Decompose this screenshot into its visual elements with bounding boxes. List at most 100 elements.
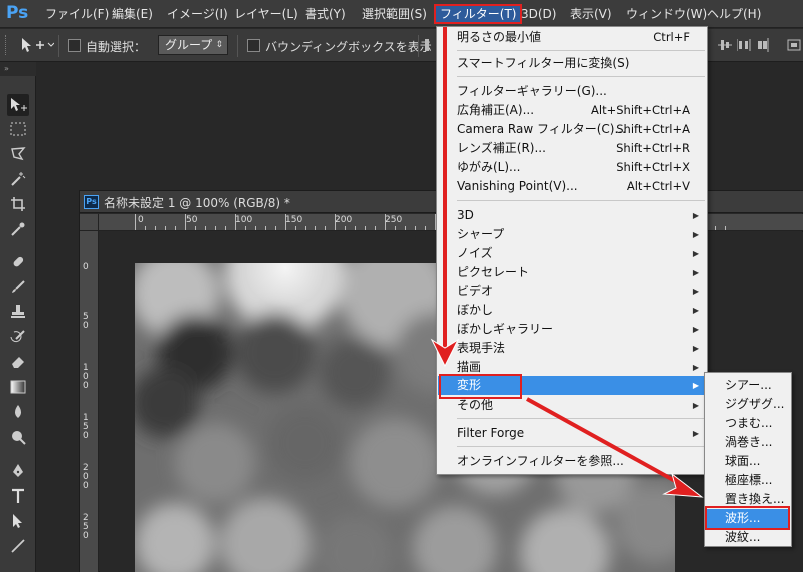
gradient-tool-icon[interactable] [7, 376, 29, 398]
ruler-tick [145, 226, 146, 230]
submenu-item-zigzag[interactable]: ジグザグ... [706, 395, 790, 414]
menu-item-liquify[interactable]: ゆがみ(L)... Shift+Ctrl+X [438, 158, 706, 177]
menu-item-filter-gallery[interactable]: フィルターギャラリー(G)... [438, 82, 706, 101]
submenu-arrow-icon: ▶ [692, 381, 699, 390]
brush-tool-icon[interactable] [7, 276, 29, 298]
ps-document-icon: Ps [84, 195, 99, 209]
eraser-tool-icon[interactable] [7, 351, 29, 373]
ruler-tick [305, 226, 306, 230]
ruler-label: 200 [335, 215, 353, 225]
submenu-item-ripple[interactable]: 波紋... [706, 528, 790, 547]
menu-view[interactable]: 表示(V) [566, 4, 616, 24]
path-selection-tool-icon[interactable] [7, 510, 29, 532]
marquee-tool-icon[interactable] [7, 118, 29, 140]
ruler-tick [715, 226, 716, 230]
ruler-tick [325, 226, 326, 230]
submenu-item-displace[interactable]: 置き換え... [706, 490, 790, 509]
menu-separator [457, 418, 705, 419]
ruler-tick [235, 214, 236, 230]
bounding-box-label: バウンディングボックスを表示 [265, 40, 432, 54]
eyedropper-tool-icon[interactable] [7, 218, 29, 240]
menu-item-browse-online-filters[interactable]: オンラインフィルターを参照... [438, 452, 706, 471]
menu-window[interactable]: ウィンドウ(W) [622, 4, 711, 24]
submenu-item-wave[interactable]: 波形... [706, 509, 790, 528]
menu-item-lens-correction[interactable]: レンズ補正(R)... Shift+Ctrl+R [438, 139, 706, 158]
menu-separator [457, 76, 705, 77]
auto-select-dropdown[interactable]: グループ ⇕ [158, 35, 228, 55]
crop-tool-icon[interactable] [7, 193, 29, 215]
menu-item-camera-raw[interactable]: Camera Raw フィルター(C)... Shift+Ctrl+A [438, 120, 706, 139]
submenu-item-shear[interactable]: シアー... [706, 376, 790, 395]
auto-align-icon[interactable] [787, 37, 801, 53]
ruler-tick [195, 226, 196, 230]
ruler-tick [295, 226, 296, 230]
menu-item-blur-gallery[interactable]: ぼかしギャラリー ▶ [438, 320, 706, 339]
menu-layer[interactable]: レイヤー(L) [230, 4, 302, 24]
move-tool-icon[interactable] [7, 94, 29, 116]
align-distribute-icon[interactable] [736, 37, 751, 53]
ruler-tick [255, 226, 256, 230]
submenu-arrow-icon: ▶ [692, 363, 699, 372]
ruler-tick [355, 226, 356, 230]
align-horizontal-center-icon[interactable] [718, 37, 732, 53]
menu-item-pixelate[interactable]: ピクセレート ▶ [438, 263, 706, 282]
move-tool-icon[interactable] [20, 37, 55, 57]
blur-tool-icon[interactable] [7, 401, 29, 423]
ruler-label: 100 [235, 215, 253, 225]
submenu-arrow-icon: ▶ [692, 268, 699, 277]
menu-file[interactable]: ファイル(F) [41, 4, 113, 24]
menu-filter[interactable]: フィルター(T) [434, 4, 523, 24]
submenu-arrow-icon: ▶ [692, 429, 699, 438]
ruler-tick [135, 214, 136, 230]
bounding-box-checkbox[interactable] [247, 39, 260, 52]
submenu-arrow-icon: ▶ [692, 230, 699, 239]
clone-stamp-tool-icon[interactable] [7, 301, 29, 323]
dodge-tool-icon[interactable] [7, 426, 29, 448]
menu-item-last-filter[interactable]: 明るさの最小値 Ctrl+F [438, 28, 706, 47]
tools-panel-collapse-icon[interactable]: » [0, 62, 36, 76]
history-brush-tool-icon[interactable] [7, 326, 29, 348]
submenu-item-pinch[interactable]: つまむ... [706, 414, 790, 433]
menu-separator [457, 200, 705, 201]
ruler-label: 200 [83, 463, 89, 491]
menu-item-distort[interactable]: 変形 ▶ [438, 376, 706, 395]
type-tool-icon[interactable] [7, 485, 29, 507]
options-grip[interactable] [5, 35, 9, 55]
ruler-label: 0 [83, 262, 89, 272]
menu-item-other[interactable]: その他 ▶ [438, 396, 706, 415]
lasso-tool-icon[interactable] [7, 143, 29, 165]
photoshop-logo: Ps [6, 3, 29, 23]
healing-brush-tool-icon[interactable] [7, 251, 29, 273]
menu-item-3d[interactable]: 3D ▶ [438, 206, 706, 225]
submenu-item-polar-coordinates[interactable]: 極座標... [706, 471, 790, 490]
menu-item-vanishing-point[interactable]: Vanishing Point(V)... Alt+Ctrl+V [438, 177, 706, 196]
pen-tool-icon[interactable] [7, 460, 29, 482]
dropdown-arrow-icon: ⇕ [215, 40, 223, 50]
menu-item-blur[interactable]: ぼかし ▶ [438, 301, 706, 320]
ruler-origin[interactable] [80, 214, 99, 231]
menu-item-sharpen[interactable]: シャープ ▶ [438, 225, 706, 244]
menu-help[interactable]: ヘルプ(H) [703, 4, 765, 24]
menu-item-render[interactable]: 描画 ▶ [438, 358, 706, 377]
line-tool-icon[interactable] [7, 535, 29, 557]
menu-item-stylize[interactable]: 表現手法 ▶ [438, 339, 706, 358]
menu-3d[interactable]: 3D(D) [517, 4, 560, 24]
ruler-tick [365, 226, 366, 230]
auto-select-checkbox[interactable] [68, 39, 81, 52]
vertical-ruler[interactable]: 0 50 100 150 200 250 [80, 231, 99, 572]
menu-type[interactable]: 書式(Y) [301, 4, 350, 24]
menu-image[interactable]: イメージ(I) [163, 4, 232, 24]
ruler-tick [285, 214, 286, 230]
menu-edit[interactable]: 編集(E) [108, 4, 157, 24]
distort-submenu: シアー... ジグザグ... つまむ... 渦巻き... 球面... 極座標..… [704, 372, 792, 547]
submenu-item-spherize[interactable]: 球面... [706, 452, 790, 471]
menu-item-noise[interactable]: ノイズ ▶ [438, 244, 706, 263]
menu-select[interactable]: 選択範囲(S) [358, 4, 431, 24]
menu-item-convert-smart-filter[interactable]: スマートフィルター用に変換(S) [438, 54, 706, 73]
menu-item-filter-forge[interactable]: Filter Forge ▶ [438, 424, 706, 443]
align-right-icon[interactable] [756, 37, 770, 53]
menu-item-video[interactable]: ビデオ ▶ [438, 282, 706, 301]
menu-item-adaptive-wide-angle[interactable]: 広角補正(A)... Alt+Shift+Ctrl+A [438, 101, 706, 120]
magic-wand-tool-icon[interactable] [7, 168, 29, 190]
submenu-item-twirl[interactable]: 渦巻き... [706, 433, 790, 452]
